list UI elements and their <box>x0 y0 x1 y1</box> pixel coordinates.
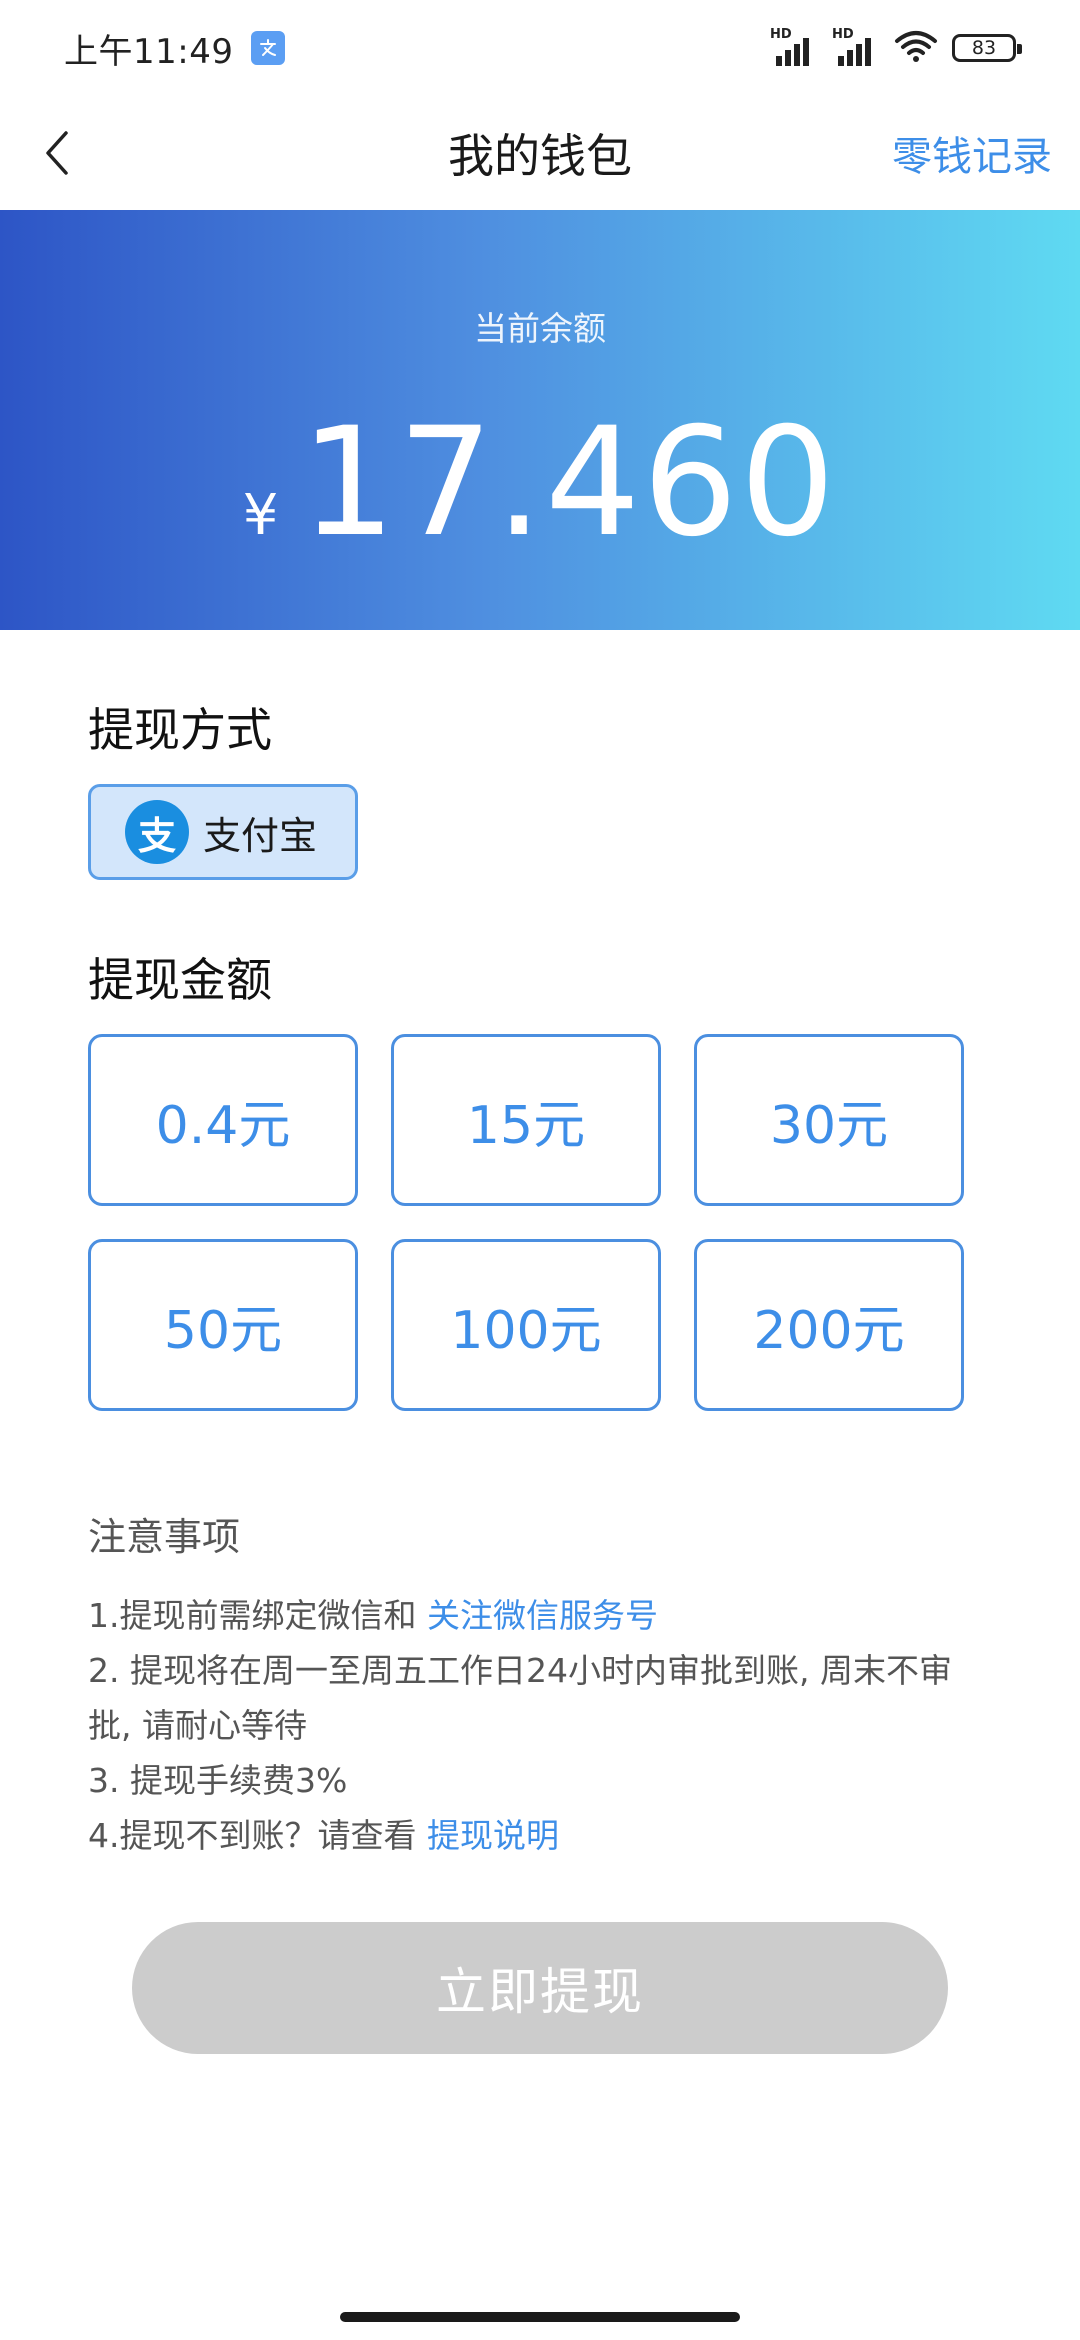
notes-list: 1.提现前需绑定微信和 关注微信服务号 2. 提现将在周一至周五工作日24小时内… <box>88 1588 988 1863</box>
note-item: 3. 提现手续费3% <box>88 1761 348 1800</box>
withdraw-method-label: 支付宝 <box>203 813 318 858</box>
amount-option[interactable]: 0.4元 <box>88 1034 358 1206</box>
wifi-icon <box>894 29 938 67</box>
withdraw-method-alipay[interactable]: 支 支付宝 <box>88 784 358 880</box>
withdraw-instructions-link[interactable]: 提现说明 <box>427 1816 559 1855</box>
status-time: 上午11:49 <box>64 31 234 72</box>
note-item: 1.提现前需绑定微信和 关注微信服务号 <box>88 1588 988 1643</box>
wallet-page: 上午11:49 HD HD 83 我的钱包 零钱记录 当前余额 ¥ 17.460… <box>0 0 1080 2340</box>
battery-icon: 83 <box>952 34 1022 62</box>
note-text: 4.提现不到账？请查看 <box>88 1816 427 1855</box>
notification-app-icon <box>251 31 286 65</box>
balance-amount: 17.460 <box>300 396 838 570</box>
home-indicator[interactable] <box>340 2312 740 2322</box>
withdraw-now-button[interactable]: 立即提现 <box>132 1922 948 2054</box>
follow-service-account-link[interactable]: 关注微信服务号 <box>427 1596 658 1635</box>
amount-option[interactable]: 15元 <box>391 1034 661 1206</box>
notes-title: 注意事项 <box>88 1515 241 1559</box>
amount-option[interactable]: 200元 <box>694 1239 964 1411</box>
chevron-left-icon <box>46 131 68 175</box>
withdraw-method-title: 提现方式 <box>88 703 272 757</box>
amount-option[interactable]: 50元 <box>88 1239 358 1411</box>
status-left: 上午11:49 <box>64 24 286 73</box>
balance-row: ¥ 17.460 <box>0 408 1080 558</box>
back-button[interactable] <box>24 120 90 186</box>
currency-symbol: ¥ <box>242 483 279 548</box>
note-text: 1.提现前需绑定微信和 <box>88 1596 427 1635</box>
amount-option[interactable]: 100元 <box>391 1239 661 1411</box>
note-item: 2. 提现将在周一至周五工作日24小时内审批到账, 周末不审批, 请耐心等待 <box>88 1651 952 1745</box>
page-title: 我的钱包 <box>448 129 632 183</box>
amount-option[interactable]: 30元 <box>694 1034 964 1206</box>
cellular-signal-icon: HD <box>770 28 818 68</box>
alipay-icon: 支 <box>125 800 189 864</box>
change-records-link[interactable]: 零钱记录 <box>892 124 1052 182</box>
app-header: 我的钱包 零钱记录 <box>0 96 1080 210</box>
balance-banner: 当前余额 ¥ 17.460 <box>0 210 1080 630</box>
amount-options-grid: 0.4元 15元 30元 50元 100元 200元 <box>88 1034 964 1411</box>
status-right: HD HD 83 <box>770 28 1022 68</box>
status-bar: 上午11:49 HD HD 83 <box>0 0 1080 96</box>
withdraw-amount-title: 提现金额 <box>88 953 272 1007</box>
note-item: 4.提现不到账？请查看 提现说明 <box>88 1808 988 1863</box>
cellular-signal-icon: HD <box>832 28 880 68</box>
balance-label: 当前余额 <box>474 309 606 348</box>
